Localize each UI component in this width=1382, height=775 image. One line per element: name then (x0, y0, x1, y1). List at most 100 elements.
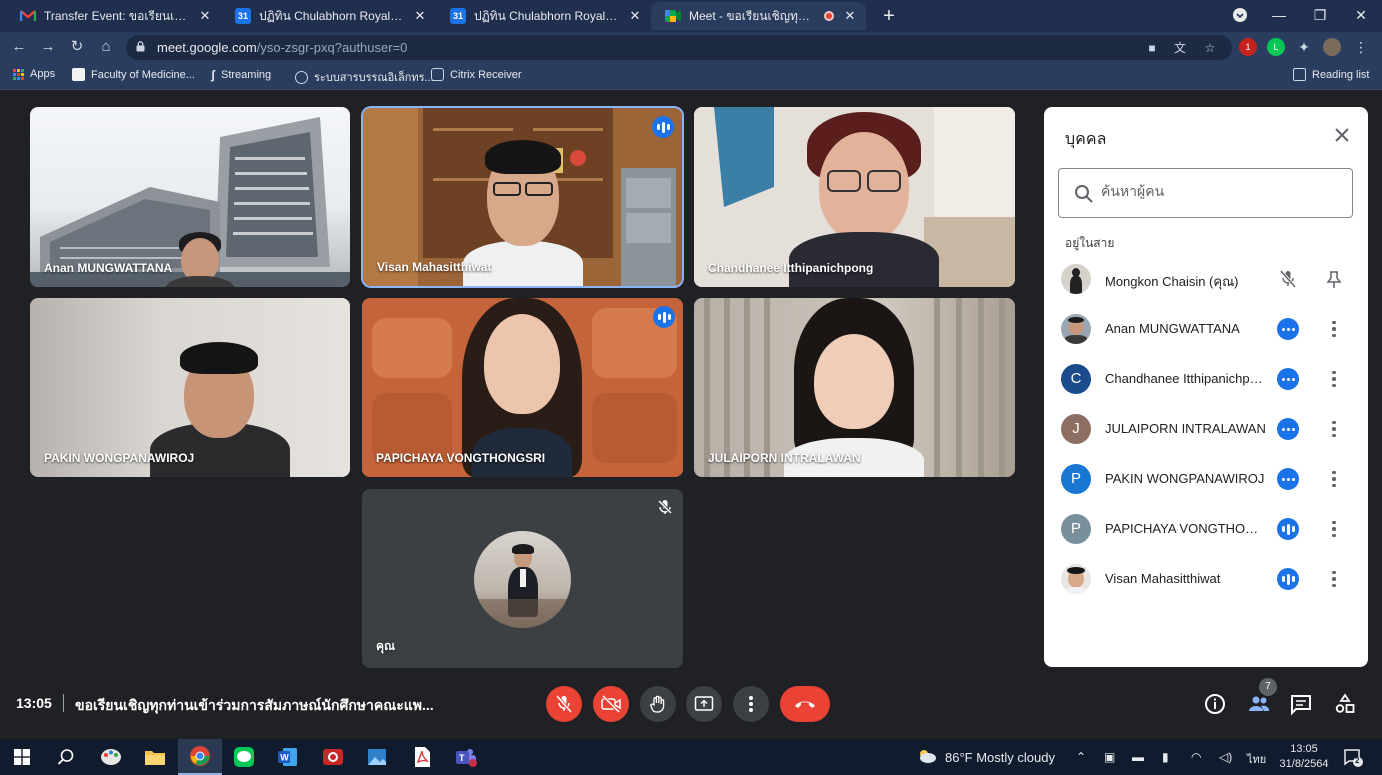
bookmark-apps[interactable]: Apps (13, 68, 55, 80)
reload-icon[interactable]: ↻ (66, 36, 88, 58)
more-options-button[interactable] (733, 686, 769, 722)
search-input[interactable] (1101, 183, 1331, 199)
chrome-menu-icon[interactable]: ⋮ (1352, 38, 1370, 56)
input-language[interactable]: ไทย (1247, 750, 1266, 768)
browser-tab-gmail[interactable]: Transfer Event: ขอเรียนเชิญทุกท่านเ ✕ (6, 2, 221, 30)
taskbar-clock[interactable]: 13:05 31/8/2564 (1278, 742, 1330, 772)
more-options-icon[interactable] (1323, 318, 1345, 340)
gmail-icon (20, 8, 36, 24)
participant-row[interactable]: Anan MUNGWATTANA (1044, 304, 1368, 354)
new-tab-button[interactable]: + (878, 5, 900, 27)
weather-text[interactable]: 86°F Mostly cloudy (945, 750, 1055, 765)
photos-app-icon[interactable] (355, 739, 399, 775)
more-options-icon[interactable] (1323, 568, 1345, 590)
teams-app-icon[interactable]: T (444, 739, 488, 775)
leave-call-button[interactable] (780, 686, 830, 722)
participant-row[interactable]: Visan Mahasitthiwat (1044, 554, 1368, 604)
notifications-icon[interactable]: 2 (1343, 747, 1363, 767)
address-bar[interactable]: meet.google.com/yso-zsgr-pxq?authuser=0 … (126, 35, 1232, 60)
bookmarks-bar: Apps Faculty of Medicine... ʃ Streaming … (0, 62, 1382, 90)
more-options-icon[interactable] (1323, 518, 1345, 540)
bookmark-citrix[interactable]: Citrix Receiver (431, 68, 522, 81)
browser-tab-calendar-1[interactable]: 31 ปฏิทิน Chulabhorn Royal Academy ✕ (221, 2, 436, 30)
show-hidden-icons-icon[interactable]: ⌃ (1076, 750, 1086, 764)
usb-icon[interactable]: ▮ (1162, 750, 1169, 764)
video-tile-self[interactable]: คุณ (362, 489, 683, 668)
speaking-indicator-icon (652, 116, 674, 138)
toggle-camera-button[interactable] (593, 686, 629, 722)
close-tab-icon[interactable]: ✕ (197, 8, 213, 24)
close-window-icon[interactable]: ✕ (1341, 0, 1381, 30)
more-options-icon[interactable] (1323, 468, 1345, 490)
profile-avatar[interactable] (1323, 38, 1341, 56)
maximize-window-icon[interactable]: ❐ (1300, 0, 1340, 30)
line-app-icon[interactable] (222, 739, 266, 775)
chrome-taskbar-icon[interactable] (178, 739, 222, 775)
forward-icon[interactable]: → (37, 36, 59, 58)
weather-cloud-icon[interactable] (917, 748, 937, 764)
participant-row[interactable]: P PAPICHAYA VONGTHONGSRI (1044, 504, 1368, 554)
reading-list-button[interactable]: Reading list (1293, 68, 1369, 81)
speaking-indicator-icon (653, 306, 675, 328)
people-panel: บุคคล อยู่ในสาย Mongkon Chaisin (คุณ) An… (1044, 107, 1368, 667)
extension-badge-icon[interactable]: 1 (1239, 38, 1257, 56)
windows-start-icon[interactable] (0, 739, 44, 775)
participant-row[interactable]: C Chandhanee Itthipanichpong (1044, 354, 1368, 404)
activities-icon[interactable] (1333, 692, 1357, 716)
toggle-microphone-button[interactable] (546, 686, 582, 722)
bookmark-saraban[interactable]: ระบบสารบรรณอิเล็กทร... (295, 68, 434, 86)
participant-row[interactable]: Mongkon Chaisin (คุณ) (1044, 254, 1368, 304)
file-explorer-icon[interactable] (133, 739, 177, 775)
translate-icon[interactable]: 文 (1171, 39, 1189, 57)
minimize-window-icon[interactable]: — (1259, 0, 1299, 30)
extensions-puzzle-icon[interactable]: ✦ (1295, 38, 1313, 56)
chat-icon[interactable] (1289, 692, 1313, 716)
bookmark-streaming[interactable]: ʃ Streaming (211, 68, 271, 82)
close-panel-icon[interactable] (1330, 123, 1354, 147)
tab-search-icon[interactable] (1220, 0, 1260, 30)
more-options-icon[interactable] (1323, 418, 1345, 440)
browser-tab-calendar-2[interactable]: 31 ปฏิทิน Chulabhorn Royal Academy ✕ (436, 2, 651, 30)
video-tile-visan[interactable]: Visan Mahasitthiwat (363, 108, 682, 286)
video-tile-papichaya[interactable]: PAPICHAYA VONGTHONGSRI (362, 298, 683, 477)
camera-in-use-icon[interactable]: ■ (1143, 39, 1161, 57)
participant-row[interactable]: P PAKIN WONGPANAWIROJ (1044, 454, 1368, 504)
browser-tab-meet[interactable]: Meet - ขอเรียนเชิญทุกท่านเข้าร่ ✕ (651, 2, 866, 30)
back-icon[interactable]: ← (8, 36, 30, 58)
line-extension-icon[interactable]: L (1267, 38, 1285, 56)
camera-app-icon[interactable] (311, 739, 355, 775)
hang-up-icon (795, 701, 815, 708)
volume-icon[interactable]: ◁) (1219, 750, 1232, 764)
more-options-icon[interactable] (1323, 368, 1345, 390)
meeting-details-icon[interactable] (1203, 692, 1227, 716)
word-app-icon[interactable]: W (266, 739, 310, 775)
microphone-muted-icon[interactable] (1277, 268, 1299, 290)
participant-row[interactable]: J JULAIPORN INTRALAWAN (1044, 404, 1368, 454)
bookmark-star-icon[interactable]: ☆ (1201, 39, 1219, 57)
meeting-clock: 13:05 (16, 695, 52, 711)
battery-icon[interactable]: ▬ (1132, 750, 1144, 764)
close-tab-icon[interactable]: ✕ (412, 8, 428, 24)
search-icon[interactable] (44, 739, 88, 775)
close-tab-icon[interactable]: ✕ (842, 8, 858, 24)
wifi-icon[interactable]: ◠ (1191, 750, 1201, 764)
pin-icon[interactable] (1323, 268, 1345, 290)
video-tile-chandhanee[interactable]: Chandhanee Itthipanichpong (694, 107, 1015, 287)
home-icon[interactable]: ⌂ (95, 36, 117, 58)
close-tab-icon[interactable]: ✕ (627, 8, 643, 24)
lock-icon[interactable] (136, 41, 145, 52)
taskbar-date: 31/8/2564 (1279, 758, 1329, 770)
raise-hand-button[interactable] (640, 686, 676, 722)
pdf-app-icon[interactable] (400, 739, 444, 775)
tab-title: ปฏิทิน Chulabhorn Royal Academy (259, 8, 404, 23)
tile-name: PAKIN WONGPANAWIROJ (44, 451, 195, 465)
video-tile-pakin[interactable]: PAKIN WONGPANAWIROJ (30, 298, 350, 477)
bookmark-faculty-of-medicine[interactable]: Faculty of Medicine... (72, 68, 195, 81)
people-search[interactable] (1058, 168, 1353, 218)
video-tile-julaiporn[interactable]: JULAIPORN INTRALAWAN (694, 298, 1015, 477)
video-tile-anan[interactable]: Anan MUNGWATTANA (30, 107, 350, 287)
paint-app-icon[interactable] (89, 739, 133, 775)
self-avatar (474, 531, 571, 628)
present-screen-button[interactable] (686, 686, 722, 722)
teams-tray-icon[interactable]: ▣ (1104, 750, 1115, 764)
